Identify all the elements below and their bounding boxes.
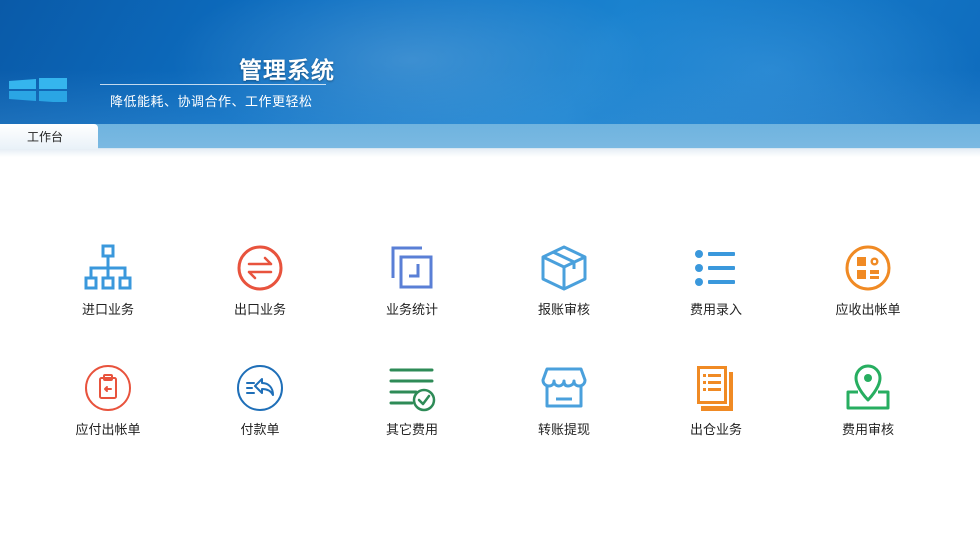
document-stack-icon: [695, 364, 733, 411]
windows-logo-icon: [9, 78, 67, 102]
receivable-statement-item[interactable]: 应收出帐单: [808, 244, 928, 324]
item-label: 出口业务: [233, 303, 286, 318]
payment-order-item[interactable]: 付款单: [200, 364, 320, 444]
app-subtitle: 降低能耗、协调合作、工作更轻松: [110, 95, 313, 110]
warehouse-out-item[interactable]: 出仓业务: [656, 364, 776, 444]
clipboard-icon: [85, 365, 131, 411]
item-label: 报账审核: [537, 303, 590, 318]
item-label: 应收出帐单: [835, 303, 901, 318]
expense-entry-item[interactable]: 费用录入: [656, 244, 776, 324]
item-label: 其它费用: [385, 423, 438, 438]
item-label: 应付出帐单: [75, 423, 141, 438]
item-label: 转账提现: [537, 423, 590, 438]
expense-review-item[interactable]: 费用审核: [808, 364, 928, 444]
map-pin-icon: [846, 364, 890, 410]
tab-bar: 工作台: [0, 124, 980, 150]
reply-arrow-icon: [237, 365, 283, 411]
header-banner: 管理系统 降低能耗、协调合作、工作更轻松: [0, 0, 980, 124]
transfer-withdraw-item[interactable]: 转账提现: [504, 364, 624, 444]
item-label: 进口业务: [81, 303, 134, 318]
item-label: 业务统计: [385, 303, 438, 318]
title-divider: [100, 84, 326, 85]
reimbursement-review-item[interactable]: 报账审核: [504, 244, 624, 324]
item-label: 出仓业务: [689, 423, 742, 438]
payable-statement-item[interactable]: 应付出帐单: [48, 364, 168, 444]
list-icon: [695, 250, 735, 286]
import-business-item[interactable]: 进口业务: [48, 244, 168, 324]
shop-icon: [541, 367, 587, 408]
item-label: 付款单: [240, 423, 280, 438]
tab-shadow: [0, 149, 980, 157]
grid-gear-icon: [845, 245, 891, 291]
app-title: 管理系统: [239, 58, 335, 84]
business-stats-item[interactable]: 业务统计: [352, 244, 472, 324]
org-chart-icon: [84, 244, 132, 290]
squares-stat-icon: [391, 246, 433, 289]
other-expenses-item[interactable]: 其它费用: [352, 364, 472, 444]
item-label: 费用审核: [841, 423, 894, 438]
tab-workbench[interactable]: 工作台: [0, 124, 98, 150]
checklist-icon: [389, 368, 436, 412]
box-icon: [541, 245, 587, 291]
export-business-item[interactable]: 出口业务: [200, 244, 320, 324]
exchange-icon: [237, 245, 283, 291]
item-label: 费用录入: [689, 303, 742, 318]
